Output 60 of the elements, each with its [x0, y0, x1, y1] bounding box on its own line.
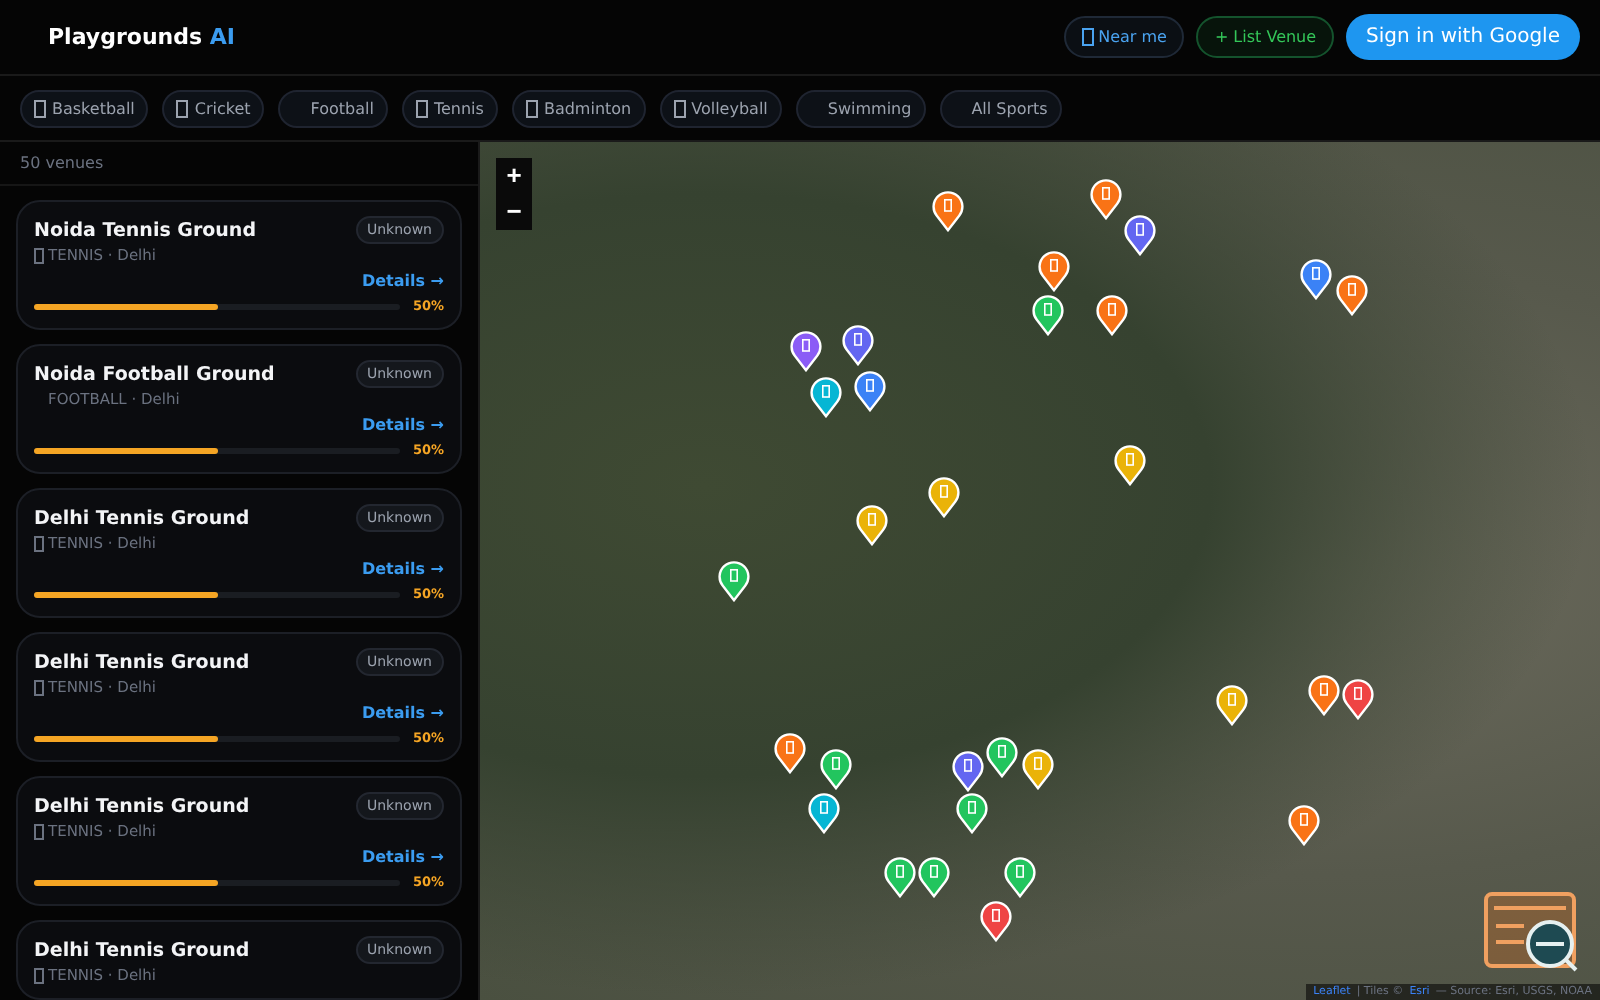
map-pin-icon[interactable] [1336, 274, 1368, 316]
map-pin-icon[interactable] [1090, 178, 1122, 220]
map-pin-icon[interactable] [932, 190, 964, 232]
venue-name: Delhi Tennis Ground [34, 795, 250, 817]
details-link[interactable]: Details → [361, 704, 444, 722]
near-me-button[interactable]: Near me [1064, 16, 1185, 58]
venue-name: Delhi Tennis Ground [34, 651, 250, 673]
map-pin-icon[interactable] [1032, 294, 1064, 336]
map-pin-icon[interactable] [1038, 250, 1070, 292]
details-link[interactable]: Details → [361, 272, 444, 290]
details-link[interactable]: Details → [361, 416, 444, 434]
venue-name: Noida Football Ground [34, 363, 275, 385]
map-pin-icon[interactable] [1300, 258, 1332, 300]
map-pin-icon[interactable] [1096, 294, 1128, 336]
map-pin-icon[interactable] [842, 324, 874, 366]
map-pin-icon[interactable] [1288, 804, 1320, 846]
map-pin-icon[interactable] [854, 370, 886, 412]
list-search-icon[interactable] [1484, 890, 1580, 974]
map-pin-icon[interactable] [1308, 674, 1340, 716]
map-pin-icon[interactable] [952, 750, 984, 792]
sport-filter-chip[interactable]: Badminton [511, 89, 646, 127]
map-pin-icon[interactable] [928, 476, 960, 518]
map-pin-icon[interactable] [1216, 684, 1248, 726]
details-link[interactable]: Details → [361, 848, 444, 866]
map-pin-icon[interactable] [856, 504, 888, 546]
map-pin-icon[interactable] [980, 900, 1012, 942]
sport-icon [673, 99, 686, 117]
list-venue-button[interactable]: + List Venue [1196, 16, 1335, 58]
sport-icon [176, 99, 189, 117]
map-pin-icon[interactable] [1114, 444, 1146, 486]
map-pin-icon[interactable] [820, 748, 852, 790]
map-pin-icon[interactable] [1124, 214, 1156, 256]
map-pin-icon[interactable] [884, 856, 916, 898]
venue-name: Delhi Tennis Ground [34, 507, 250, 529]
venue-name: Noida Tennis Ground [34, 219, 256, 241]
sport-filter-chip[interactable]: Basketball [20, 89, 149, 127]
map-pin-icon[interactable] [774, 732, 806, 774]
map-pin-icon[interactable] [808, 792, 840, 834]
map-pin-icon[interactable] [1022, 748, 1054, 790]
sport-filter-chip[interactable]: Swimming [795, 89, 926, 127]
map-pin-icon[interactable] [790, 330, 822, 372]
map-pin-icon[interactable] [918, 856, 950, 898]
sport-icon [34, 99, 46, 117]
map-pin-icon[interactable] [810, 376, 842, 418]
sport-filter-chip[interactable]: All Sports [939, 89, 1062, 127]
details-link[interactable]: Details → [361, 560, 444, 578]
sport-filter-chip[interactable]: Cricket [162, 89, 265, 127]
venue-name: Delhi Tennis Ground [34, 939, 250, 961]
app-logo[interactable]: Playgrounds AI [48, 24, 235, 50]
sport-icon [415, 99, 428, 117]
map-pin-icon[interactable] [718, 560, 750, 602]
map-pin-icon[interactable] [1342, 678, 1374, 720]
venue-count: 50 venues [0, 142, 478, 186]
sport-filter-chip[interactable]: Tennis [401, 89, 498, 127]
sport-filter-chip[interactable]: Volleyball [659, 89, 782, 127]
map-pin-icon[interactable] [986, 736, 1018, 778]
sport-filter-chip[interactable]: Football [278, 89, 388, 127]
map-pin-icon[interactable] [1004, 856, 1036, 898]
map-pin-icon[interactable] [956, 792, 988, 834]
sport-icon [525, 99, 538, 117]
